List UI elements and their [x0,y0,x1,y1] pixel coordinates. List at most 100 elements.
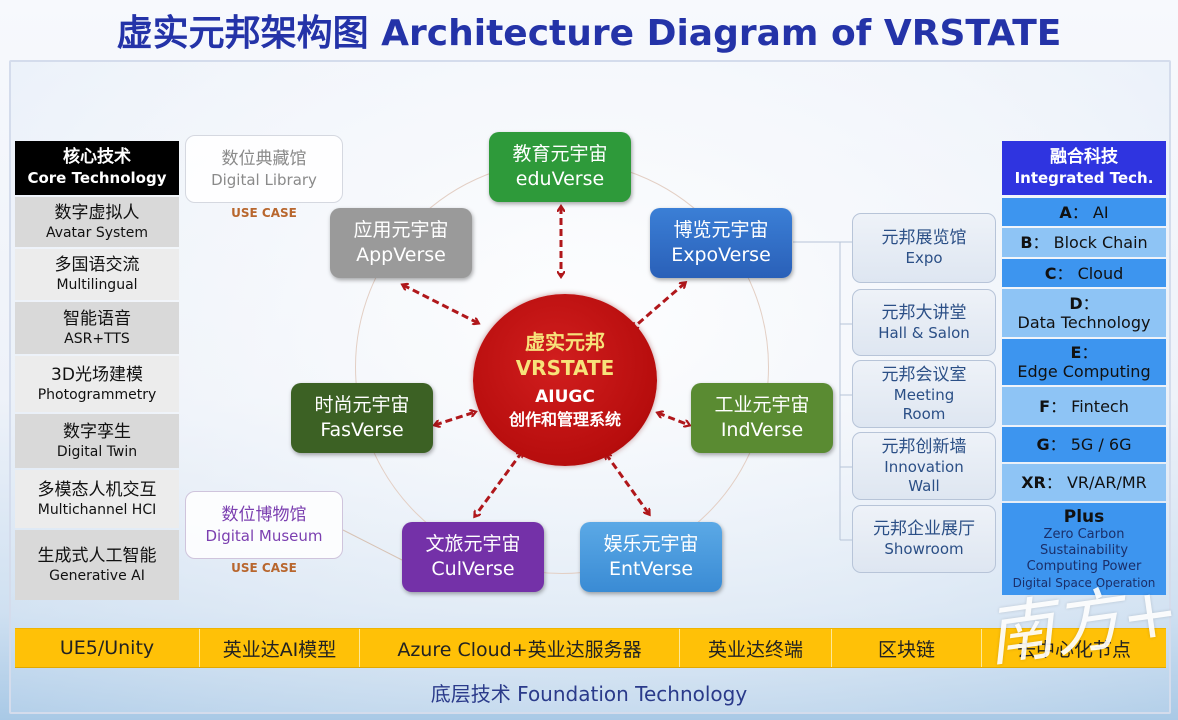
itech-plus-line: Sustainability [1039,543,1129,558]
itech-value: Fintech [1071,396,1129,416]
itech-key: XR [1021,473,1046,492]
verse-en: CulVerse [431,558,515,580]
itech-value: Block Chain [1053,233,1148,252]
itech-key: F [1039,396,1051,416]
itech-value: VR/AR/MR [1066,473,1147,492]
integrated-tech-panel: 融合科技 Integrated Tech. A： AI B： Block Cha… [1002,141,1166,597]
venue-en: Hall & Salon [878,323,970,342]
itech-key: D [1069,294,1083,313]
use-case-zh: 数位博物馆 [221,505,307,525]
venue-zh: 元邦会议室 [881,364,967,385]
foundation-cell: Azure Cloud+英业达服务器 [360,629,680,667]
verse-ind[interactable]: 工业元宇宙 IndVerse [691,383,833,453]
verse-zh: 娱乐元宇宙 [603,533,699,555]
verse-zh: 教育元宇宙 [512,143,608,165]
itech-key: E [1070,343,1082,362]
venue-en: Showroom [884,540,964,558]
core-item-zh: 3D光场建模 [51,364,143,385]
page-title: 虚实元邦架构图 Architecture Diagram of VRSTATE [116,13,1062,54]
core-item-photogrammetry: 3D光场建模 Photogrammetry [15,356,179,412]
core-item-en: ASR+TTS [64,330,130,347]
hub-subtitle: AIUGC [535,387,595,407]
verse-en: ExpoVerse [671,244,771,266]
foundation-cell: UE5/Unity [15,629,200,667]
hub-title-zh: 虚实元邦 [525,330,605,354]
foundation-cell: 区块链 [832,629,982,667]
itech-value: Cloud [1077,263,1124,283]
core-item-zh: 数字孪生 [63,421,131,442]
core-item-avatar: 数字虚拟人 Avatar System [15,197,179,247]
verse-en: eduVerse [515,168,605,190]
verse-zh: 博览元宇宙 [673,219,769,241]
itech-item-b: B： Block Chain [1002,228,1166,257]
verse-app[interactable]: 应用元宇宙 AppVerse [330,208,472,278]
verse-en: AppVerse [356,244,446,266]
venue-hall-salon: 元邦大讲堂 Hall & Salon [852,289,996,356]
itech-item-d: D： Data Technology [1002,289,1166,337]
core-item-zh: 多国语交流 [54,255,140,275]
core-item-en: Digital Twin [56,443,138,460]
venue-expo: 元邦展览馆 Expo [852,213,996,283]
verse-cul[interactable]: 文旅元宇宙 CulVerse [402,522,544,592]
venue-en: Meeting Room [893,385,955,423]
hub-title-en: VRSTATE [515,356,615,380]
core-item-zh: 多模态人机交互 [37,479,157,500]
foundation-cell: 英业达终端 [680,629,832,667]
verse-fas[interactable]: 时尚元宇宙 FasVerse [291,383,433,453]
foundation-cell: 英业达AI模型 [200,629,360,667]
core-item-zh: 生成式人工智能 [37,545,157,566]
verse-zh: 时尚元宇宙 [314,394,410,416]
itech-header-zh: 融合科技 [1050,147,1118,167]
verse-en: EntVerse [608,558,694,580]
hub-description: 创作和管理系统 [508,410,621,429]
itech-item-f: F： Fintech [1002,387,1166,425]
use-case-digital-library: 数位典藏馆 Digital Library [185,135,343,203]
venue-meeting-room: 元邦会议室 Meeting Room [852,360,996,428]
itech-item-g: G： 5G / 6G [1002,427,1166,462]
verse-zh: 工业元宇宙 [714,394,810,416]
core-header-zh: 核心技术 [63,147,131,167]
verse-en: IndVerse [720,419,804,441]
venue-en: Innovation Wall [884,457,964,495]
verse-expo[interactable]: 博览元宇宙 ExpoVerse [650,208,792,278]
use-case-label: USE CASE [231,561,297,575]
verse-edu[interactable]: 教育元宇宙 eduVerse [489,132,631,202]
core-item-en: Generative AI [49,567,145,584]
use-case-en: Digital Library [211,171,317,189]
itech-header-en: Integrated Tech. [1014,169,1154,187]
integrated-tech-header: 融合科技 Integrated Tech. [1002,141,1166,195]
core-item-zh: 数字虚拟人 [54,202,140,223]
venue-en: Expo [905,249,943,267]
core-item-en: Photogrammetry [37,386,157,403]
use-case-digital-museum: 数位博物馆 Digital Museum [185,491,343,559]
venue-zh: 元邦大讲堂 [881,302,967,323]
itech-key: G [1036,435,1050,454]
itech-key: A [1059,202,1072,222]
verse-zh: 文旅元宇宙 [425,533,521,555]
verse-ent[interactable]: 娱乐元宇宙 EntVerse [580,522,722,592]
itech-value: AI [1092,202,1109,222]
use-case-zh: 数位典藏馆 [221,149,307,169]
core-item-en: Multilingual [56,277,138,293]
core-item-hci: 多模态人机交互 Multichannel HCI [15,470,179,528]
itech-key: B [1020,233,1033,252]
core-technology-panel: 核心技术 Core Technology 数字虚拟人 Avatar System… [15,141,179,602]
venue-zh: 元邦展览馆 [881,228,967,248]
itech-item-e: E： Edge Computing [1002,339,1166,385]
itech-plus-line: Zero Carbon [1043,527,1125,542]
core-item-zh: 智能语音 [63,308,131,329]
itech-value: Edge Computing [1017,362,1151,381]
vrstate-hub[interactable]: 虚实元邦 VRSTATE AIUGC 创作和管理系统 [473,294,657,466]
core-item-digital-twin: 数字孪生 Digital Twin [15,414,179,468]
use-case-label: USE CASE [231,206,297,220]
core-item-generative-ai: 生成式人工智能 Generative AI [15,530,179,600]
venue-zh: 元邦创新墙 [881,436,967,457]
verse-en: FasVerse [320,419,404,441]
itech-value: 5G / 6G [1070,435,1132,454]
itech-item-c: C： Cloud [1002,259,1166,287]
core-header-en: Core Technology [27,169,167,187]
venue-zh: 元邦企业展厅 [873,519,975,539]
itech-item-xr: XR： VR/AR/MR [1002,464,1166,501]
verse-zh: 应用元宇宙 [353,219,449,241]
itech-value: Data Technology [1017,313,1151,332]
